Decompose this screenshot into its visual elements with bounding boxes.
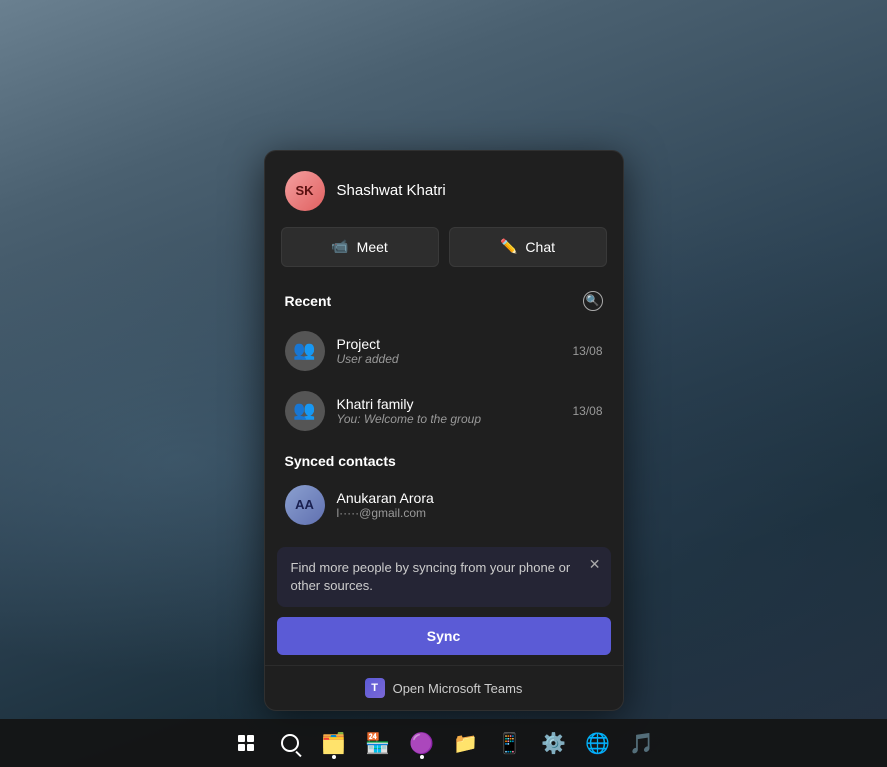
project-preview: User added xyxy=(337,352,561,366)
chrome-icon: 🌐 xyxy=(585,731,610,756)
khatri-preview: You: Welcome to the group xyxy=(337,412,561,426)
open-teams-label: Open Microsoft Teams xyxy=(393,681,523,696)
file-explorer-icon: 🗂️ xyxy=(321,731,346,756)
open-teams-footer[interactable]: T Open Microsoft Teams xyxy=(265,665,623,710)
taskbar-search-button[interactable] xyxy=(270,723,310,763)
active-dot xyxy=(332,755,336,759)
settings-icon: ⚙️ xyxy=(541,731,566,756)
group-icon-2: 👥 xyxy=(293,400,315,421)
taskbar-settings-button[interactable]: ⚙️ xyxy=(534,723,574,763)
notification-bar: Find more people by syncing from your ph… xyxy=(277,547,611,607)
taskbar-start-button[interactable] xyxy=(226,723,266,763)
meet-button[interactable]: 📹 Meet xyxy=(281,227,439,267)
search-recent-button[interactable]: 🔍 xyxy=(583,291,603,311)
teams-logo-icon: T xyxy=(365,678,385,698)
contact-anukaran[interactable]: AA Anukaran Arora l·····@gmail.com xyxy=(285,479,603,531)
user-name: Shashwat Khatri xyxy=(337,182,446,199)
chat-icon: ✏️ xyxy=(500,238,517,255)
recent-section-header: Recent 🔍 xyxy=(265,283,623,321)
project-name: Project xyxy=(337,336,561,352)
taskbar-teams-button[interactable]: 🟣 xyxy=(402,723,442,763)
video-icon: 📹 xyxy=(331,238,348,255)
folder-icon: 📁 xyxy=(453,731,478,756)
taskbar: 🗂️ 🏪 🟣 📁 📱 ⚙️ 🌐 🎵 xyxy=(0,719,887,767)
taskbar-contacts-button[interactable]: 📱 xyxy=(490,723,530,763)
khatri-date: 13/08 xyxy=(572,404,602,418)
search-icon xyxy=(281,734,299,752)
close-notification-button[interactable]: ✕ xyxy=(589,557,601,571)
windows-icon xyxy=(238,735,254,751)
khatri-group-avatar: 👥 xyxy=(285,391,325,431)
teams-chat-panel: SK Shashwat Khatri 📹 Meet ✏️ Chat Recent… xyxy=(264,150,624,711)
recent-label: Recent xyxy=(285,293,332,309)
contact-initials: AA xyxy=(295,497,314,512)
teams-icon: 🟣 xyxy=(409,731,434,756)
chat-button[interactable]: ✏️ Chat xyxy=(449,227,607,267)
project-group-avatar: 👥 xyxy=(285,331,325,371)
search-icon: 🔍 xyxy=(586,294,600,307)
conversation-khatri-family[interactable]: 👥 Khatri family You: Welcome to the grou… xyxy=(265,381,623,441)
user-avatar: SK xyxy=(285,171,325,211)
meet-label: Meet xyxy=(357,239,388,255)
contacts-icon: 📱 xyxy=(497,731,522,756)
taskbar-folder-button[interactable]: 📁 xyxy=(446,723,486,763)
chat-label: Chat xyxy=(525,239,555,255)
contact-email: l·····@gmail.com xyxy=(337,506,434,520)
contact-avatar-aa: AA xyxy=(285,485,325,525)
spotify-icon: 🎵 xyxy=(629,731,654,756)
store-icon: 🏪 xyxy=(365,731,390,756)
active-dot-teams xyxy=(420,755,424,759)
synced-label: Synced contacts xyxy=(285,453,603,469)
avatar-initials: SK xyxy=(295,183,313,198)
notification-text: Find more people by syncing from your ph… xyxy=(291,559,597,595)
khatri-conv-info: Khatri family You: Welcome to the group xyxy=(337,396,561,426)
taskbar-chrome-button[interactable]: 🌐 xyxy=(578,723,618,763)
action-buttons: 📹 Meet ✏️ Chat xyxy=(265,227,623,283)
project-conv-info: Project User added xyxy=(337,336,561,366)
taskbar-spotify-button[interactable]: 🎵 xyxy=(622,723,662,763)
taskbar-store-button[interactable]: 🏪 xyxy=(358,723,398,763)
khatri-name: Khatri family xyxy=(337,396,561,412)
contact-details: Anukaran Arora l·····@gmail.com xyxy=(337,490,434,520)
taskbar-file-explorer-button[interactable]: 🗂️ xyxy=(314,723,354,763)
panel-header: SK Shashwat Khatri xyxy=(265,151,623,227)
contact-name: Anukaran Arora xyxy=(337,490,434,506)
synced-contacts-section: Synced contacts AA Anukaran Arora l·····… xyxy=(265,441,623,539)
sync-button[interactable]: Sync xyxy=(277,617,611,655)
group-icon: 👥 xyxy=(293,340,315,361)
project-date: 13/08 xyxy=(572,344,602,358)
conversation-project[interactable]: 👥 Project User added 13/08 xyxy=(265,321,623,381)
